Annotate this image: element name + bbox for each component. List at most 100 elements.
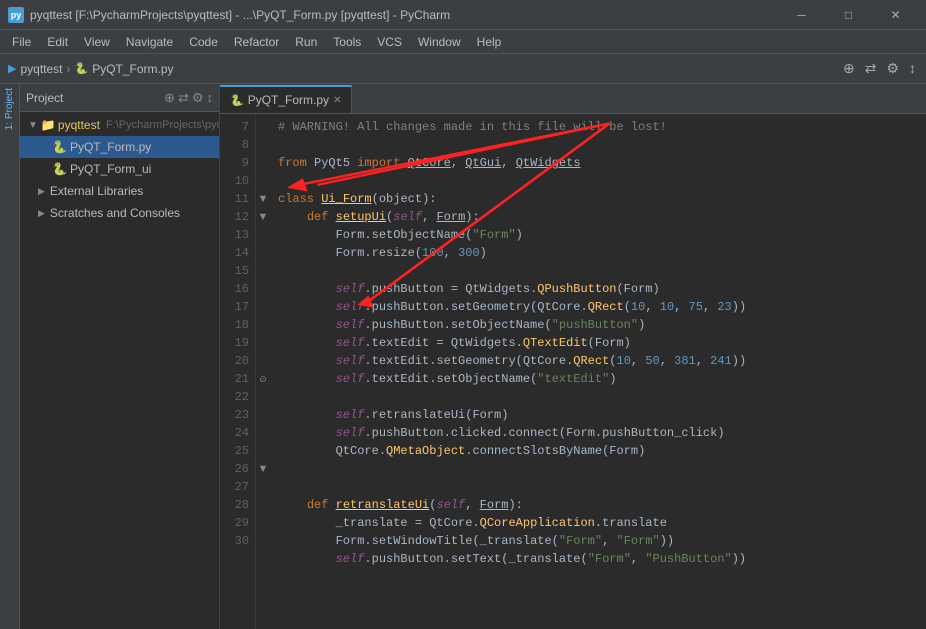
gutter: ▼ ▼ ⊙ ▼: [256, 114, 270, 629]
tree-item-pyqt-form[interactable]: 🐍 PyQT_Form.py: [20, 136, 219, 158]
code-line-25: QtCore.QMetaObject.connectSlotsByName(Fo…: [278, 442, 918, 460]
code-line-11: class Ui_Form(object):: [278, 190, 918, 208]
expand-icon[interactable]: ↕: [907, 58, 918, 79]
gutter-25: [256, 442, 270, 460]
menu-view[interactable]: View: [76, 30, 118, 54]
line-num-14: 14: [220, 244, 249, 262]
tree-item-pyqt-form-ui[interactable]: 🐍 PyQT_Form_ui: [20, 158, 219, 180]
settings-icon[interactable]: ⚙: [884, 58, 901, 79]
root-project-name: pyqttest: [58, 118, 100, 132]
gutter-11: ▼: [256, 190, 270, 208]
gutter-27: [256, 478, 270, 496]
project-breadcrumb: ▶ pyqttest › 🐍 PyQT_Form.py: [8, 62, 174, 76]
sync-icon[interactable]: ⇄: [863, 58, 879, 79]
code-line-8: [278, 136, 918, 154]
gutter-17: [256, 298, 270, 316]
titlebar: py pyqttest [F:\PycharmProjects\pyqttest…: [0, 0, 926, 30]
gutter-21: ⊙: [256, 370, 270, 388]
toolbar-actions: ⊕ ⇄ ⚙ ↕: [841, 58, 918, 79]
tree-item-external-libs[interactable]: ▶ External Libraries: [20, 180, 219, 202]
code-line-12: def setupUi(self, Form):: [278, 208, 918, 226]
add-icon[interactable]: ⊕: [841, 58, 857, 79]
gutter-22: [256, 388, 270, 406]
code-line-22: [278, 388, 918, 406]
gutter-24: [256, 424, 270, 442]
chevron-icon-2: ▶: [38, 208, 45, 219]
gutter-15: [256, 262, 270, 280]
menu-file[interactable]: File: [4, 30, 39, 54]
gutter-7: [256, 118, 270, 136]
tab-pyqt-form[interactable]: 🐍 PyQT_Form.py ✕: [220, 85, 352, 113]
code-line-20: self.textEdit.setGeometry(QtCore.QRect(1…: [278, 352, 918, 370]
menu-tools[interactable]: Tools: [325, 30, 369, 54]
menu-navigate[interactable]: Navigate: [118, 30, 181, 54]
gutter-12: ▼: [256, 208, 270, 226]
tree-item-label: PyQT_Form.py: [70, 140, 151, 154]
code-line-15: [278, 262, 918, 280]
menu-edit[interactable]: Edit: [39, 30, 76, 54]
code-line-18: self.pushButton.setObjectName("pushButto…: [278, 316, 918, 334]
code-line-29: _translate = QtCore.QCoreApplication.tra…: [278, 514, 918, 532]
code-line-27: [278, 478, 918, 496]
tree-root-item[interactable]: ▼ 📁 pyqttest F:\PycharmProjects\pyqttest: [20, 114, 219, 136]
line-num-26: 26: [220, 460, 249, 478]
tab-close-icon[interactable]: ✕: [333, 95, 341, 106]
project-panel-header: Project ⊕ ⇄ ⚙ ↕: [20, 84, 219, 112]
sync-panel-icon[interactable]: ⇄: [178, 90, 189, 106]
code-line-7: # WARNING! All changes made in this file…: [278, 118, 918, 136]
close-button[interactable]: ✕: [873, 0, 918, 30]
line-num-11: 11: [220, 190, 249, 208]
project-name[interactable]: pyqttest: [20, 62, 62, 76]
chevron-icon: ▶: [38, 186, 45, 197]
code-line-32: [278, 568, 918, 586]
line-num-22: 22: [220, 388, 249, 406]
code-line-9: from PyQt5 import QtCore, QtGui, QtWidge…: [278, 154, 918, 172]
tree-item-scratches[interactable]: ▶ Scratches and Consoles: [20, 202, 219, 224]
code-line-19: self.textEdit = QtWidgets.QTextEdit(Form…: [278, 334, 918, 352]
minimize-button[interactable]: ─: [779, 0, 824, 30]
code-line-23: self.retranslateUi(Form): [278, 406, 918, 424]
code-editor: 7 8 9 10 11 12 13 14 15 16 17 18 19 20 2…: [220, 114, 926, 629]
line-num-15: 15: [220, 262, 249, 280]
gutter-20: [256, 352, 270, 370]
line-num-30: 30: [220, 532, 249, 550]
folder-icon: 📁: [41, 118, 55, 132]
file-name[interactable]: PyQT_Form.py: [92, 62, 173, 76]
line-num-18: 18: [220, 316, 249, 334]
line-num-17: 17: [220, 298, 249, 316]
py-icon-2: 🐍: [52, 162, 67, 176]
gear-panel-icon[interactable]: ⚙: [192, 90, 204, 106]
menu-window[interactable]: Window: [410, 30, 469, 54]
code-line-17: self.pushButton.setGeometry(QtCore.QRect…: [278, 298, 918, 316]
line-num-20: 20: [220, 352, 249, 370]
project-tab-label[interactable]: 1: Project: [4, 88, 15, 130]
gutter-8: [256, 136, 270, 154]
add-panel-icon[interactable]: ⊕: [164, 90, 175, 106]
gutter-13: [256, 226, 270, 244]
code-content[interactable]: # WARNING! All changes made in this file…: [270, 114, 926, 629]
titlebar-controls: ─ □ ✕: [779, 0, 918, 30]
code-line-21: self.textEdit.setObjectName("textEdit"): [278, 370, 918, 388]
menu-run[interactable]: Run: [287, 30, 325, 54]
line-num-25: 25: [220, 442, 249, 460]
gutter-30: [256, 532, 270, 550]
line-num-19: 19: [220, 334, 249, 352]
breadcrumb-separator: ›: [67, 62, 71, 76]
tree-item-label-2: PyQT_Form_ui: [70, 162, 151, 176]
app-icon: py: [8, 7, 24, 23]
collapse-panel-icon[interactable]: ↕: [207, 90, 214, 106]
editor-area: 🐍 PyQT_Form.py ✕ 7 8 9 10 11 12 13 14 15…: [220, 84, 926, 629]
project-panel-title: Project: [26, 91, 160, 105]
menu-vcs[interactable]: VCS: [369, 30, 410, 54]
line-num-16: 16: [220, 280, 249, 298]
gutter-26: ▼: [256, 460, 270, 478]
external-libs-label: External Libraries: [50, 184, 143, 198]
maximize-button[interactable]: □: [826, 0, 871, 30]
line-num-12: 12: [220, 208, 249, 226]
menu-code[interactable]: Code: [181, 30, 226, 54]
menu-help[interactable]: Help: [469, 30, 510, 54]
menu-refactor[interactable]: Refactor: [226, 30, 287, 54]
gutter-23: [256, 406, 270, 424]
file-icon: 🐍: [75, 62, 89, 75]
line-num-9: 9: [220, 154, 249, 172]
